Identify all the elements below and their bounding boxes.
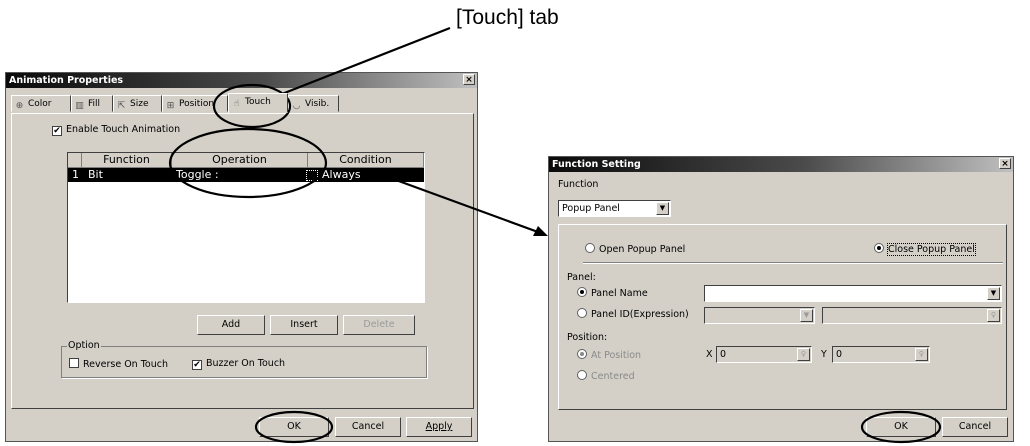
function-cancel-button[interactable]: Cancel	[942, 417, 1008, 437]
tab-fill[interactable]: ▥ Fill	[71, 95, 113, 112]
tab-visibility[interactable]: ◡ Visib.	[288, 95, 339, 112]
delete-button[interactable]: Delete	[343, 315, 415, 335]
buzzer-on-touch-checkbox[interactable]: ✔ Buzzer On Touch	[192, 358, 285, 370]
lightbulb-icon[interactable]: ♀	[797, 348, 810, 361]
row-operation: Toggle :	[176, 168, 219, 181]
x-label: X	[706, 349, 713, 360]
option-legend: Option	[67, 340, 101, 351]
panel-name-radio[interactable]: Panel Name	[577, 287, 648, 299]
color-wheel-icon: ⊕	[15, 101, 24, 111]
fill-icon: ▥	[75, 101, 84, 111]
function-select[interactable]: Popup Panel ▼	[558, 200, 671, 217]
title-bar[interactable]: Animation Properties ×	[6, 73, 477, 88]
radio-circle	[874, 243, 884, 253]
panel-name-select[interactable]: ▼	[704, 285, 1002, 302]
panel-section-label: Panel:	[567, 272, 596, 283]
cancel-button[interactable]: Cancel	[335, 417, 401, 437]
grid-header-operation[interactable]: Operation	[172, 153, 308, 168]
hand-pointer-icon: ☝	[233, 99, 240, 109]
panel-id-select[interactable]: ▼	[704, 307, 815, 324]
close-popup-panel-radio[interactable]: Close Popup Panel	[874, 243, 976, 256]
chevron-down-icon[interactable]: ▼	[656, 202, 669, 215]
title-bar[interactable]: Function Setting ×	[549, 157, 1013, 172]
tab-color[interactable]: ⊕ Color	[11, 95, 71, 112]
position-section-label: Position:	[567, 332, 608, 343]
close-button[interactable]: ×	[463, 74, 475, 85]
radio-circle	[577, 287, 587, 297]
tab-position[interactable]: ⊞ Position	[162, 95, 228, 112]
centered-radio[interactable]: Centered	[577, 370, 635, 382]
grid-header-function[interactable]: Function	[82, 153, 172, 168]
position-icon: ⊞	[166, 101, 175, 111]
visibility-icon: ◡	[292, 101, 301, 111]
lightbulb-icon[interactable]: ♀	[915, 348, 928, 361]
panel-id-expression-radio[interactable]: Panel ID(Expression)	[577, 308, 689, 320]
size-icon: ⇱	[117, 101, 126, 111]
tab-size[interactable]: ⇱ Size	[113, 95, 162, 112]
condition-picker-icon[interactable]	[306, 170, 318, 181]
touch-tab-callout: [Touch] tab	[456, 6, 559, 29]
dialog-title: Animation Properties	[9, 75, 124, 86]
radio-circle	[577, 349, 587, 359]
grid-header-condition[interactable]: Condition	[308, 153, 424, 168]
x-position-field[interactable]: 0 ♀	[716, 346, 812, 363]
enable-touch-animation-checkbox[interactable]: ✔ Enable Touch Animation	[52, 124, 180, 136]
checkbox-box: ✔	[192, 360, 202, 370]
apply-button[interactable]: Apply	[406, 417, 472, 437]
checkbox-box: ✔	[52, 126, 62, 136]
row-condition: Always	[322, 168, 361, 181]
touch-function-grid[interactable]: Function Operation Condition 1 Bit Toggl…	[67, 152, 425, 303]
row-number: 1	[72, 168, 79, 181]
checkbox-box	[69, 358, 79, 368]
lightbulb-icon[interactable]: ♀	[987, 309, 1000, 322]
radio-circle	[577, 370, 587, 380]
radio-circle	[585, 243, 595, 253]
grid-header-rownum	[68, 153, 82, 168]
table-row[interactable]: 1 Bit Toggle : Always	[68, 168, 424, 182]
radio-circle	[577, 308, 587, 318]
insert-button[interactable]: Insert	[270, 315, 338, 335]
open-popup-panel-radio[interactable]: Open Popup Panel	[585, 243, 685, 255]
dialog-title: Function Setting	[552, 159, 641, 170]
y-label: Y	[821, 349, 827, 360]
function-label: Function	[558, 179, 599, 190]
row-function: Bit	[88, 168, 103, 181]
arrowhead-icon	[533, 226, 548, 236]
add-button[interactable]: Add	[197, 315, 265, 335]
panel-id-expression-field[interactable]: ♀	[822, 307, 1002, 324]
y-position-field[interactable]: 0 ♀	[832, 346, 930, 363]
reverse-on-touch-checkbox[interactable]: Reverse On Touch	[69, 358, 168, 370]
chevron-down-icon[interactable]: ▼	[987, 287, 1000, 300]
ok-button[interactable]: OK	[259, 417, 329, 437]
function-ok-button[interactable]: OK	[866, 417, 936, 437]
divider	[583, 262, 1003, 264]
at-position-radio[interactable]: At Position	[577, 349, 641, 361]
chevron-down-icon[interactable]: ▼	[800, 309, 813, 322]
close-button[interactable]: ×	[999, 158, 1011, 169]
tab-touch[interactable]: ☝ Touch	[228, 93, 288, 113]
